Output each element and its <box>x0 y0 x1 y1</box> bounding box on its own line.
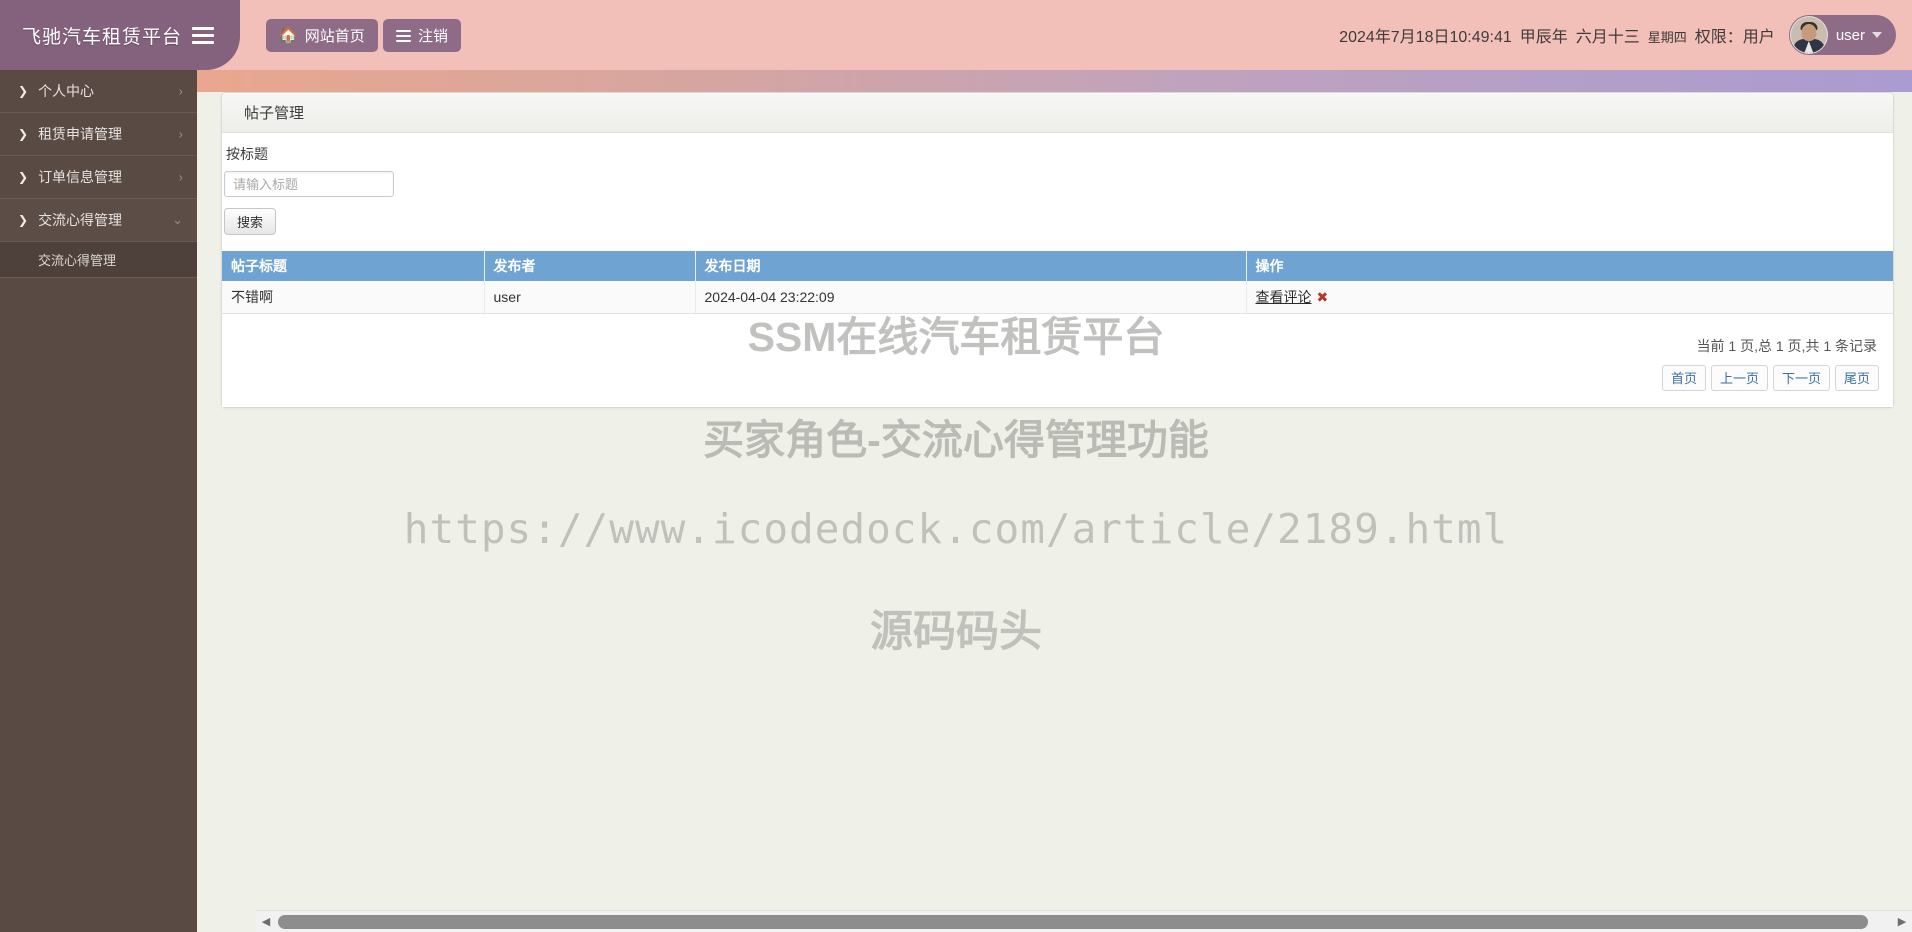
delete-x-icon[interactable]: ✖ <box>1317 289 1329 305</box>
home-icon: 🏠 <box>279 27 298 44</box>
background-gradient-band <box>0 70 1912 92</box>
header-lunar-date: 六月十三 <box>1575 29 1640 46</box>
pagination-buttons: 首页 上一页 下一页 尾页 <box>1657 364 1879 391</box>
table-row: 不错啊 user 2024-04-04 23:22:09 查看评论 ✖ <box>222 281 1893 314</box>
chevron-right-icon: ❯ <box>18 84 29 98</box>
chevron-right-icon: › <box>178 126 183 142</box>
chevron-down-icon: ⌄ <box>172 212 183 227</box>
sidebar-item-personal-center[interactable]: ❯ 个人中心 › <box>0 70 197 113</box>
brand-title: 飞驰汽车租赁平台 <box>22 26 183 48</box>
pagination-area: 当前 1 页,总 1 页,共 1 条记录 首页 上一页 下一页 尾页 <box>222 313 1893 407</box>
column-header-date[interactable]: 发布日期 <box>695 251 1247 281</box>
chevron-down-icon <box>1872 32 1882 38</box>
header-role: 权限：用户 <box>1694 29 1775 46</box>
sidebar-subitem-label: 交流心得管理 <box>38 253 117 268</box>
sidebar-toggle-button[interactable] <box>192 22 218 48</box>
cell-post-title: 不错啊 <box>222 281 485 314</box>
scrollbar-corner <box>197 910 256 932</box>
horizontal-scrollbar[interactable]: ◀ ▶ <box>256 910 1912 932</box>
nav-home-label: 网站首页 <box>304 28 365 45</box>
sidebar-item-label: 租赁申请管理 <box>38 126 123 142</box>
sidebar-item-label: 个人中心 <box>38 83 95 99</box>
app-root: 飞驰汽车租赁平台 🏠 网站首页 注销 2024年7月18日10:49:41 甲辰年… <box>0 0 1912 932</box>
header-datetime-info: 2024年7月18日10:49:41 甲辰年 六月十三 星期四 权限：用户 <box>1339 23 1775 47</box>
nav-home-button[interactable]: 🏠 网站首页 <box>266 19 378 52</box>
column-header-author[interactable]: 发布者 <box>484 251 696 281</box>
search-input[interactable] <box>224 171 394 197</box>
hamburger-icon-bar <box>192 33 214 37</box>
sidebar-item-exchange-experience[interactable]: ❯ 交流心得管理 ⌄ <box>0 199 197 242</box>
column-header-title[interactable]: 帖子标题 <box>222 251 485 281</box>
sidebar-item-label: 交流心得管理 <box>38 212 123 228</box>
sidebar-item-order-info[interactable]: ❯ 订单信息管理 › <box>0 156 197 199</box>
triangle-right-icon[interactable]: ▶ <box>1892 911 1912 932</box>
sidebar-item-rental-application[interactable]: ❯ 租赁申请管理 › <box>0 113 197 156</box>
top-header: 飞驰汽车租赁平台 🏠 网站首页 注销 2024年7月18日10:49:41 甲辰年… <box>0 0 1912 70</box>
table-header-row: 帖子标题 发布者 发布日期 操作 <box>222 251 1893 281</box>
avatar <box>1789 16 1828 54</box>
pagination-last-button[interactable]: 尾页 <box>1834 364 1879 391</box>
user-menu-button[interactable]: user <box>1788 15 1896 55</box>
triangle-left-icon[interactable]: ◀ <box>256 911 276 932</box>
chevron-right-icon: ❯ <box>18 170 29 184</box>
post-management-panel: 帖子管理 按标题 搜索 帖子标题 发布者 发布日期 操作 <box>221 92 1894 408</box>
scrollbar-track[interactable] <box>276 911 1892 932</box>
scrollbar-thumb[interactable] <box>278 914 1868 929</box>
cell-post-author: user <box>484 281 696 314</box>
list-icon <box>396 29 411 42</box>
header-datetime: 2024年7月18日10:49:41 <box>1339 29 1512 46</box>
brand-block: 飞驰汽车租赁平台 <box>0 0 240 70</box>
posts-table-head: 帖子标题 发布者 发布日期 操作 <box>222 251 1893 281</box>
header-lunar-year: 甲辰年 <box>1519 29 1568 46</box>
panel-title: 帖子管理 <box>222 93 1893 133</box>
header-right-group: 2024年7月18日10:49:41 甲辰年 六月十三 星期四 权限：用户 user <box>1339 0 1896 70</box>
sidebar-subitem-exchange-experience-manage[interactable]: 交流心得管理 <box>0 242 197 278</box>
chevron-right-icon: ❯ <box>18 213 29 227</box>
pagination-first-button[interactable]: 首页 <box>1661 364 1706 391</box>
sidebar-item-label: 订单信息管理 <box>38 169 123 185</box>
hamburger-icon-bar <box>192 26 214 30</box>
view-comments-link[interactable]: 查看评论 <box>1256 289 1312 305</box>
cell-post-date: 2024-04-04 23:22:09 <box>695 281 1247 314</box>
user-name-label: user <box>1835 26 1865 44</box>
chevron-right-icon: ❯ <box>18 127 29 141</box>
nav-logout-label: 注销 <box>418 28 449 45</box>
column-header-operations[interactable]: 操作 <box>1246 251 1893 281</box>
posts-table-body: 不错啊 user 2024-04-04 23:22:09 查看评论 ✖ <box>222 281 1893 314</box>
panel-body: 按标题 搜索 帖子标题 发布者 发布日期 操作 <box>222 133 1893 407</box>
nav-logout-button[interactable]: 注销 <box>383 19 462 52</box>
sidebar: ❯ 个人中心 › ❯ 租赁申请管理 › ❯ 订单信息管理 › ❯ 交流心得管理 … <box>0 70 197 932</box>
search-button[interactable]: 搜索 <box>224 208 277 235</box>
content-area: 帖子管理 按标题 搜索 帖子标题 发布者 发布日期 操作 <box>197 92 1912 932</box>
pagination-previous-button[interactable]: 上一页 <box>1710 364 1768 391</box>
posts-table: 帖子标题 发布者 发布日期 操作 不错啊 user 2024-04-04 23:… <box>222 251 1893 314</box>
search-field-label: 按标题 <box>226 146 268 162</box>
search-row: 搜索 <box>222 171 1893 235</box>
chevron-right-icon: › <box>178 83 183 99</box>
chevron-right-icon: › <box>178 169 183 185</box>
cell-operations: 查看评论 ✖ <box>1246 281 1893 314</box>
pagination-info: 当前 1 页,总 1 页,共 1 条记录 <box>1696 337 1877 354</box>
hamburger-icon-bar <box>192 40 214 44</box>
header-weekday: 星期四 <box>1647 30 1687 45</box>
pagination-next-button[interactable]: 下一页 <box>1772 364 1830 391</box>
